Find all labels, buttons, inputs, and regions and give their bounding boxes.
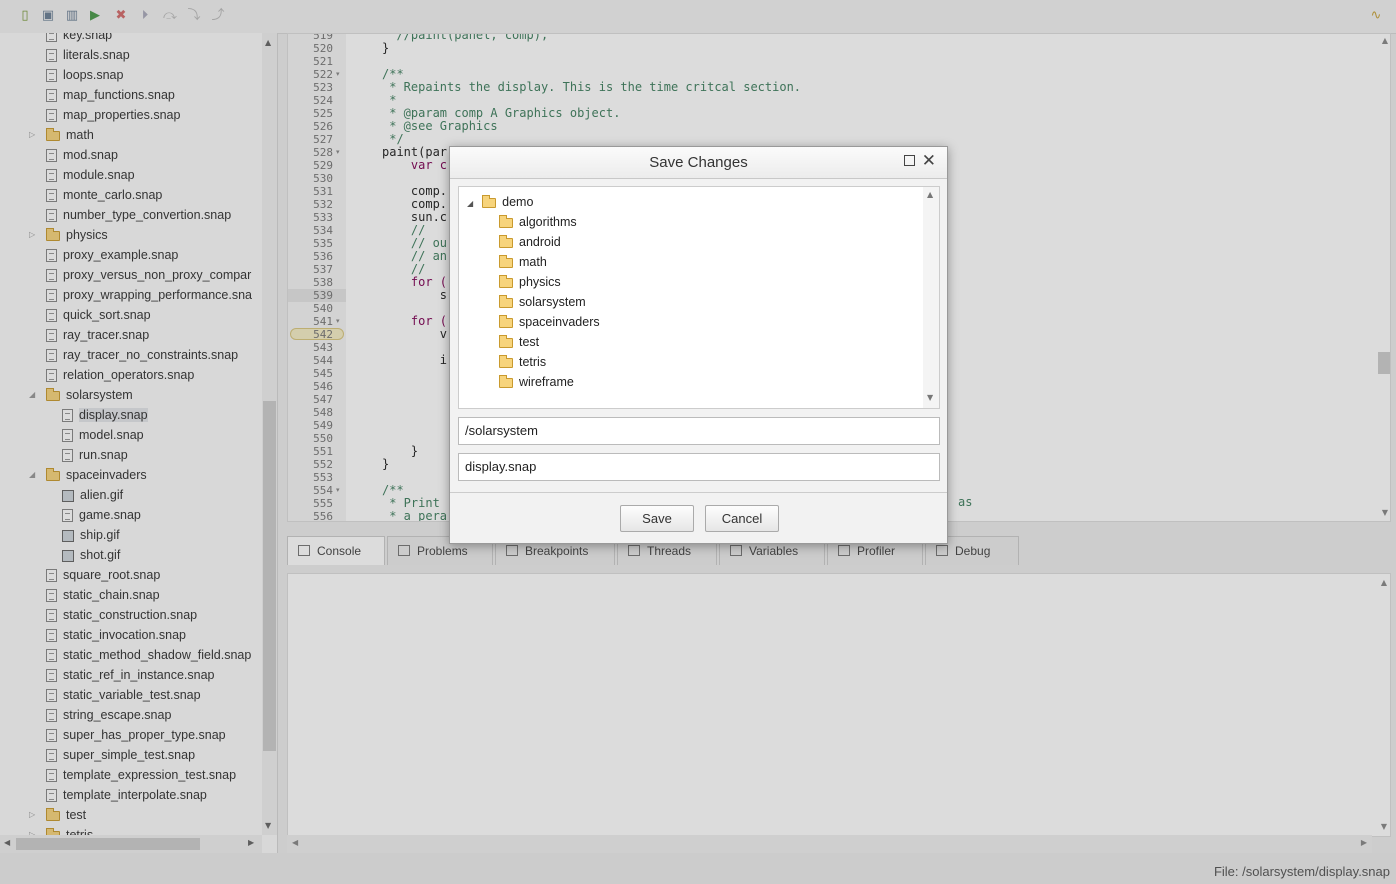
scroll-down-icon[interactable]: ▼ bbox=[927, 393, 933, 402]
folder-path-field[interactable]: /solarsystem bbox=[458, 417, 940, 445]
folder-label: solarsystem bbox=[519, 295, 586, 309]
folder-icon bbox=[499, 294, 513, 308]
folder-item[interactable]: test bbox=[499, 332, 539, 352]
folder-tree-scrollbar[interactable]: ▲ ▼ bbox=[923, 187, 939, 408]
folder-root-demo[interactable]: ◢ demo bbox=[467, 192, 533, 212]
dialog-footer: Save Cancel bbox=[450, 492, 947, 545]
dialog-title: Save Changes bbox=[450, 147, 947, 179]
folder-item[interactable]: spaceinvaders bbox=[499, 312, 600, 332]
folder-icon bbox=[499, 314, 513, 328]
folder-label: math bbox=[519, 255, 547, 269]
save-button[interactable]: Save bbox=[620, 505, 694, 532]
maximize-icon[interactable] bbox=[904, 155, 915, 166]
folder-open-icon bbox=[482, 194, 497, 208]
collapse-icon[interactable]: ◢ bbox=[467, 199, 473, 208]
folder-icon bbox=[499, 354, 513, 368]
folder-icon bbox=[499, 274, 513, 288]
folder-icon bbox=[499, 254, 513, 268]
folder-label: wireframe bbox=[519, 375, 574, 389]
folder-item[interactable]: algorithms bbox=[499, 212, 577, 232]
folder-icon bbox=[499, 234, 513, 248]
folder-tree[interactable]: ◢ demo algorithms android math physics solars… bbox=[458, 186, 940, 409]
folder-item[interactable]: tetris bbox=[499, 352, 546, 372]
close-icon[interactable]: ✕ bbox=[922, 151, 936, 171]
folder-label: android bbox=[519, 235, 561, 249]
folder-icon bbox=[499, 334, 513, 348]
folder-label: spaceinvaders bbox=[519, 315, 600, 329]
folder-item[interactable]: solarsystem bbox=[499, 292, 586, 312]
folder-label: algorithms bbox=[519, 215, 577, 229]
folder-item[interactable]: wireframe bbox=[499, 372, 574, 392]
scroll-up-icon[interactable]: ▲ bbox=[927, 190, 933, 199]
folder-icon bbox=[499, 374, 513, 388]
folder-item[interactable]: physics bbox=[499, 272, 561, 292]
folder-label: physics bbox=[519, 275, 561, 289]
save-changes-dialog: Save Changes ✕ ◢ demo algorithms android ma… bbox=[449, 146, 948, 544]
folder-item[interactable]: math bbox=[499, 252, 547, 272]
folder-icon bbox=[499, 214, 513, 228]
filename-field[interactable]: display.snap bbox=[458, 453, 940, 481]
folder-label: demo bbox=[502, 195, 534, 209]
cancel-button[interactable]: Cancel bbox=[705, 505, 779, 532]
folder-label: tetris bbox=[519, 355, 547, 369]
folder-item[interactable]: android bbox=[499, 232, 561, 252]
folder-label: test bbox=[519, 335, 540, 349]
